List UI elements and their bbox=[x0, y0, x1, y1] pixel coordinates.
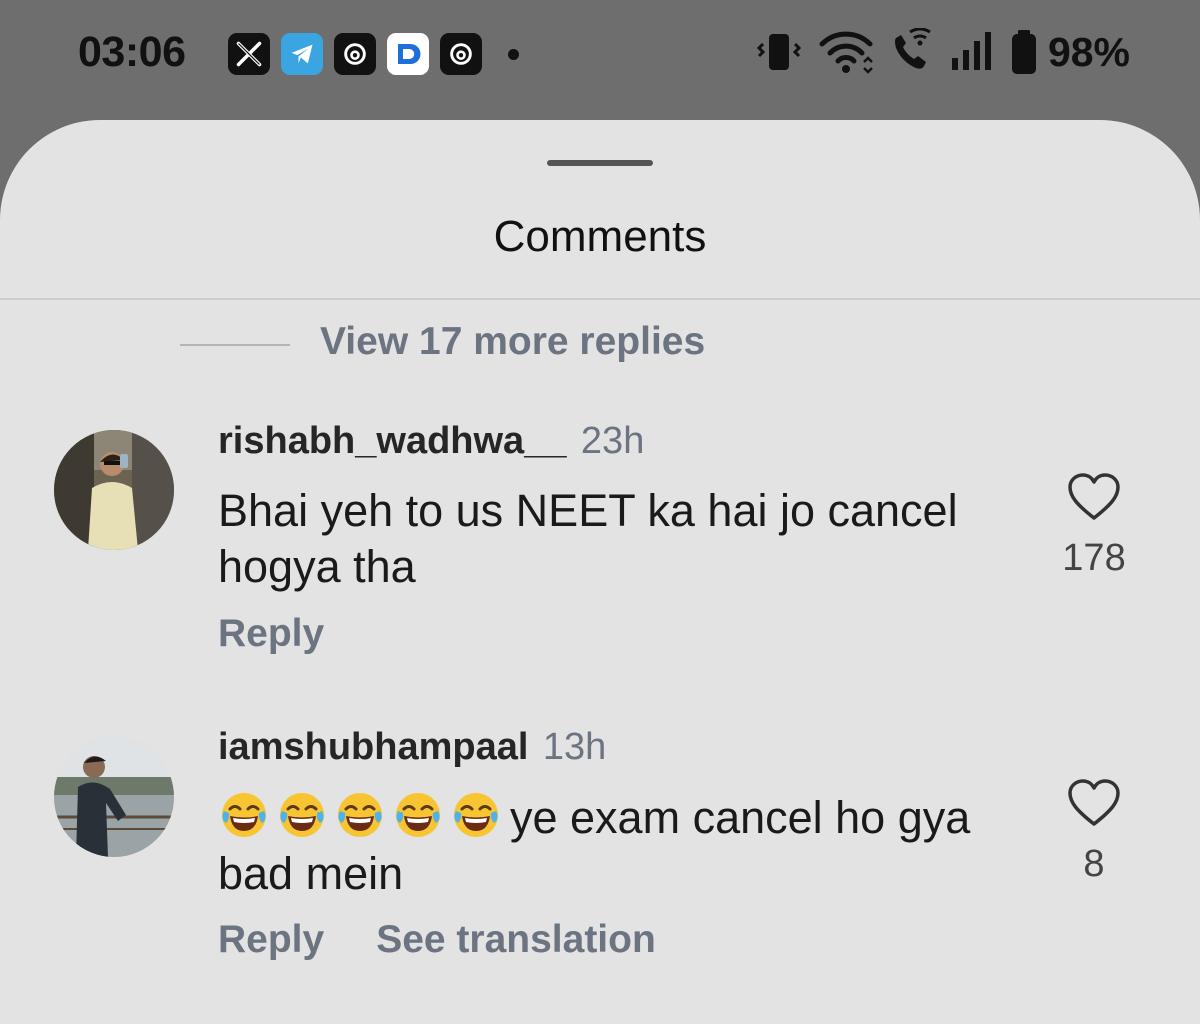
avatar[interactable] bbox=[54, 737, 174, 857]
threads-icon bbox=[334, 33, 376, 75]
face-with-tears-of-joy-icon bbox=[450, 789, 502, 841]
username[interactable]: rishabh_wadhwa__ bbox=[218, 420, 566, 462]
like-control: 8 bbox=[1032, 778, 1156, 886]
comment-text: Bhai yeh to us NEET ka hai jo cancel hog… bbox=[218, 483, 1038, 595]
comment-header: iamshubhampaal 13h bbox=[218, 726, 606, 769]
face-with-tears-of-joy-icon bbox=[392, 789, 444, 841]
comment-text-fragment: ye exam cancel ho gya bbox=[510, 792, 971, 843]
thread-line bbox=[180, 344, 290, 346]
more-notifications-dot bbox=[508, 48, 519, 60]
threads-icon bbox=[440, 33, 482, 75]
system-icons: 98% bbox=[756, 28, 1130, 76]
signal-icon bbox=[951, 32, 991, 70]
see-translation-button[interactable]: See translation bbox=[376, 918, 656, 961]
wifi-icon bbox=[819, 31, 873, 74]
status-time: 03:06 bbox=[78, 28, 186, 76]
reply-button[interactable]: Reply bbox=[218, 918, 324, 961]
comment-text-line: bad mein bbox=[218, 848, 404, 899]
like-control: 178 bbox=[1032, 472, 1156, 580]
heart-icon[interactable] bbox=[1066, 778, 1122, 828]
comment-text: ye exam cancel ho gya bad mein bbox=[218, 789, 1038, 902]
avatar[interactable] bbox=[54, 430, 174, 550]
comment-text-line: ye exam cancel ho gya bbox=[218, 789, 1038, 846]
like-count: 178 bbox=[1062, 537, 1126, 579]
comments-sheet: Comments View 17 more replies rishabh_wa… bbox=[0, 120, 1200, 1024]
username[interactable]: iamshubhampaal bbox=[218, 726, 528, 768]
battery-icon bbox=[1011, 30, 1036, 74]
battery-percentage: 98% bbox=[1047, 28, 1130, 75]
comment-text-line: Bhai yeh to us NEET ka hai jo cancel bbox=[218, 485, 958, 536]
comment-time: 23h bbox=[580, 420, 645, 462]
comment-time: 13h bbox=[542, 726, 607, 768]
wifi-calling-icon bbox=[894, 28, 931, 69]
comment-actions: Reply bbox=[218, 612, 324, 656]
app-icon bbox=[387, 33, 429, 75]
vibrate-icon bbox=[756, 34, 802, 70]
drag-handle[interactable] bbox=[547, 160, 653, 166]
divider bbox=[0, 298, 1200, 300]
comment-text-line: hogya tha bbox=[218, 541, 416, 592]
emoji-row bbox=[218, 792, 508, 843]
status-bar: 03:06 98% bbox=[0, 0, 1200, 110]
telegram-icon bbox=[281, 33, 323, 75]
sheet-title: Comments bbox=[493, 212, 707, 261]
like-count: 8 bbox=[1083, 843, 1105, 885]
view-more-replies-button[interactable]: View 17 more replies bbox=[320, 320, 705, 364]
reply-button[interactable]: Reply bbox=[218, 612, 324, 655]
comment-header: rishabh_wadhwa__ 23h bbox=[218, 420, 644, 463]
face-with-tears-of-joy-icon bbox=[276, 789, 328, 841]
heart-icon[interactable] bbox=[1066, 472, 1122, 522]
notification-icons bbox=[228, 33, 519, 75]
x-icon bbox=[228, 33, 270, 75]
comment-actions: Reply See translation bbox=[218, 918, 656, 962]
face-with-tears-of-joy-icon bbox=[218, 789, 270, 841]
face-with-tears-of-joy-icon bbox=[334, 789, 386, 841]
